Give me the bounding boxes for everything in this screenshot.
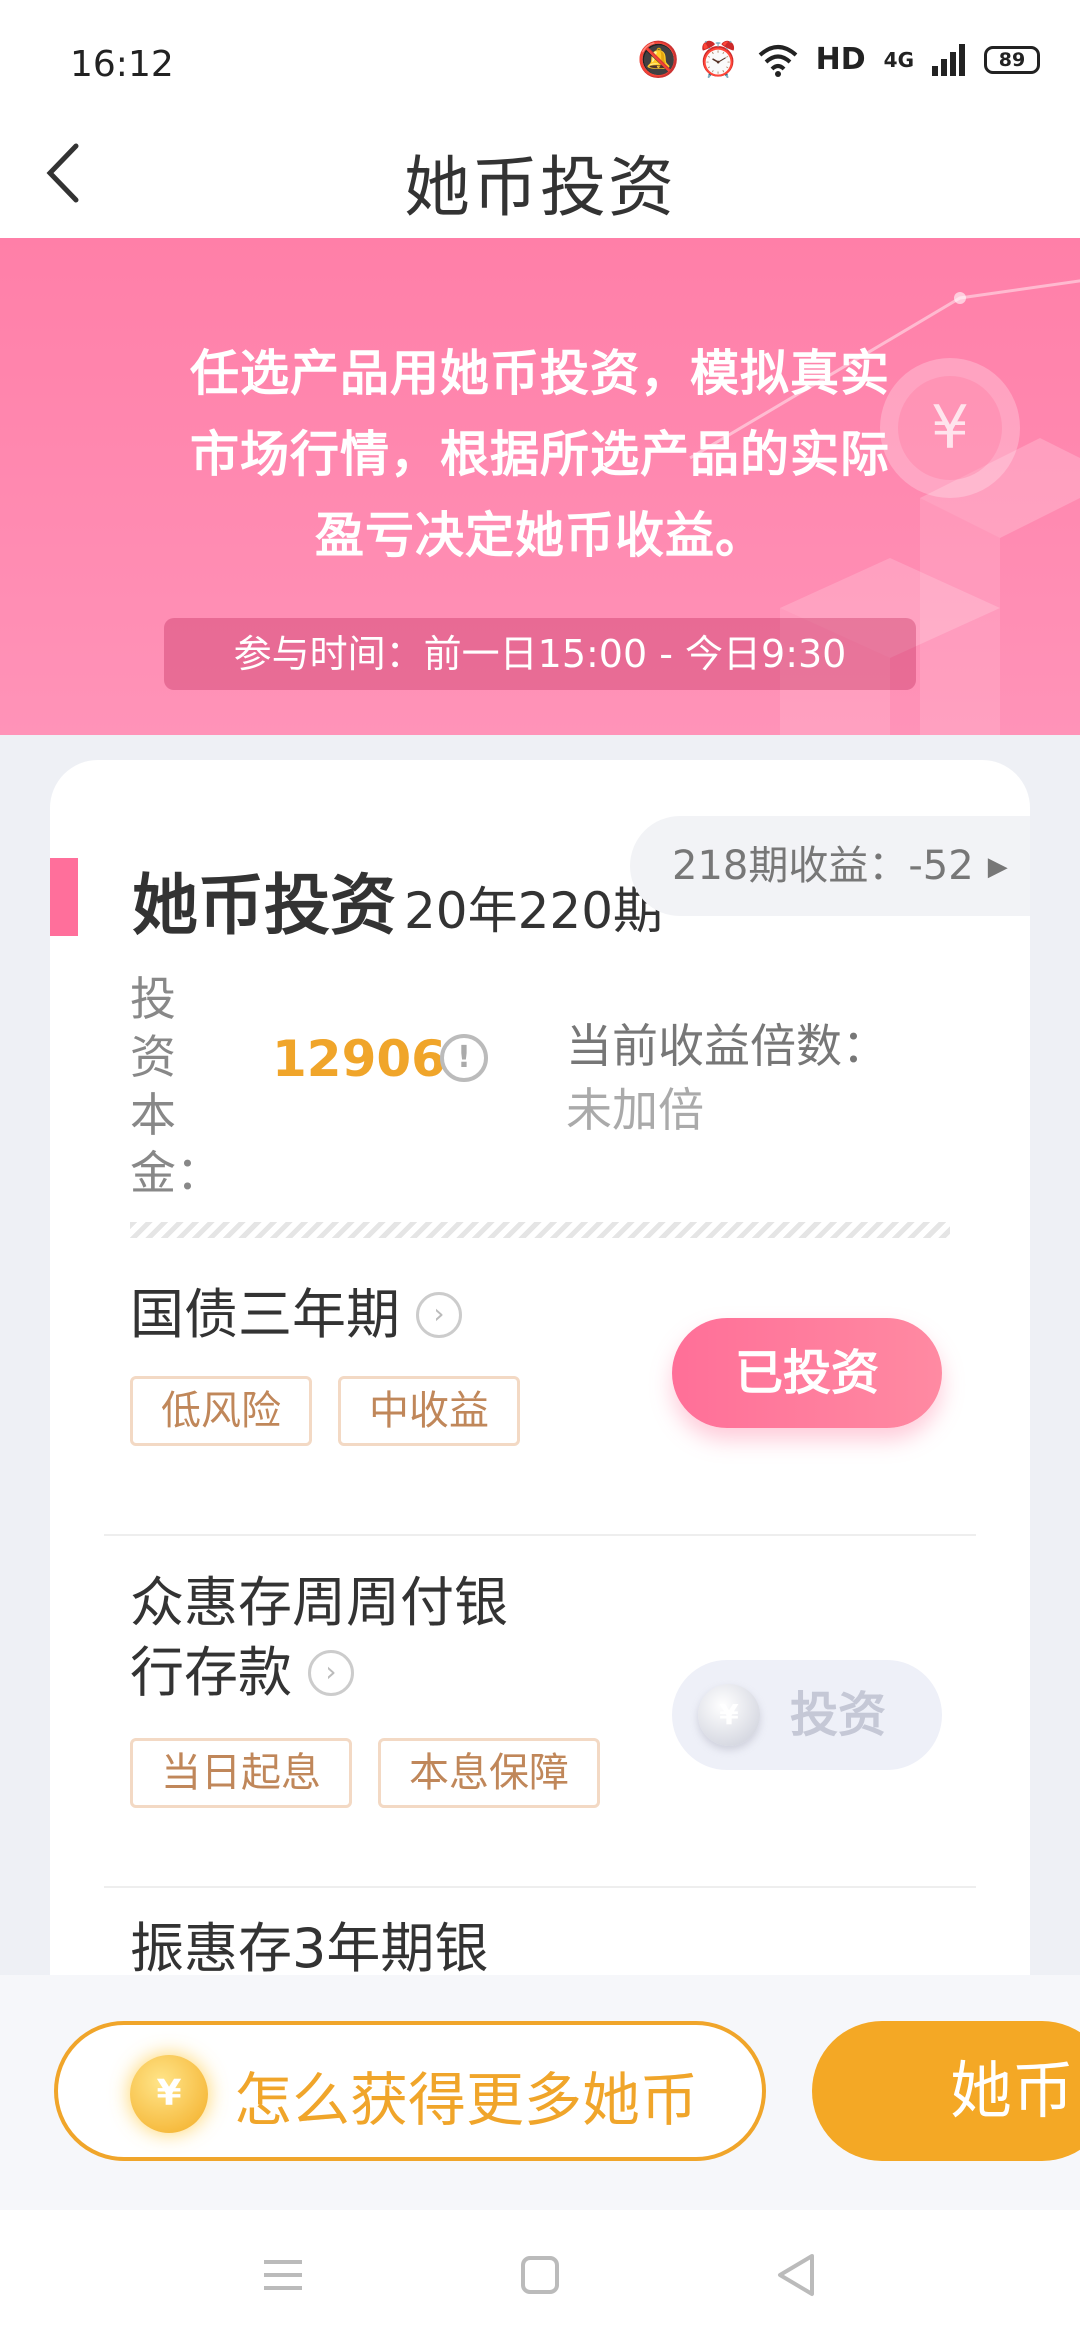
product-tag: 本息保障 [378,1738,600,1808]
alarm-icon: ⏰ [697,39,740,80]
menu-icon[interactable] [248,2240,318,2310]
info-icon[interactable]: ! [440,1034,488,1082]
divider [104,1534,976,1536]
battery-icon: 89 [984,45,1040,74]
nav-bar: 她币投资 [0,110,1080,238]
system-nav-bar [0,2210,1080,2340]
hd-label: HD [815,42,866,77]
hatched-divider [130,1222,950,1238]
product-name[interactable]: 国债三年期 › [130,1280,462,1350]
principal-label: 投资本金： [130,972,222,1200]
invest-button[interactable]: ¥ 投资 [672,1660,942,1770]
status-bar: 16:12 🔕 ⏰ HD 4G 89 [0,0,1080,110]
signal-icon [932,43,965,76]
product-tag: 中收益 [338,1376,520,1446]
prev-profit-label: 218期收益：-52 [672,843,974,889]
back-triangle-icon[interactable] [762,2240,832,2310]
card-title: 她币投资 20年220期 [132,852,663,948]
product-tags: 当日起息 本息保障 [130,1738,600,1808]
banner-line: 任选产品用她币投资，模拟真实 [189,345,890,402]
home-icon[interactable] [505,2240,575,2310]
wifi-icon [758,44,797,77]
status-time: 16:12 [70,44,174,85]
product-name[interactable]: 众惠存周周付银 行存款 › [130,1568,508,1708]
bottom-action-bar: ¥ 怎么获得更多她币 她币 [0,1975,1080,2210]
product-name-text: 国债三年期 [130,1283,400,1346]
invested-button[interactable]: 已投资 [672,1318,942,1428]
card-period: 20年220期 [404,882,664,940]
product-name-line: 众惠存周周付银 [130,1571,508,1634]
more-coins-button[interactable]: ¥ 怎么获得更多她币 [54,2021,766,2161]
status-icons: 🔕 ⏰ HD 4G 89 [637,42,1040,77]
product-tags: 低风险 中收益 [130,1376,520,1446]
product-tag: 当日起息 [130,1738,352,1808]
banner-line: 市场行情，根据所选产品的实际 [189,426,890,483]
page-title: 她币投资 [404,149,676,226]
network-label: 4G [883,47,914,72]
investment-card: 她币投资 20年220期 218期收益：-52 ▶ 投资本金： 12906 ! 当前… [50,760,1030,2000]
product-name-line: 行存款 [130,1641,292,1704]
coin-icon: ¥ [698,1684,760,1746]
participation-time: 参与时间：前一日15:00 - 今日9:30 [164,618,916,690]
product-tag: 低风险 [130,1376,312,1446]
intro-banner: ¥ 任选产品用她币投资，模拟真实 市场行情，根据所选产品的实际 盈亏决定她币收益… [0,238,1080,735]
multiplier-value: 未加倍 [566,1083,704,1137]
principal-value: 12906 [272,1030,446,1088]
chevron-right-circle-icon: › [308,1650,354,1696]
banner-line: 盈亏决定她币收益。 [314,507,765,564]
title-accent-bar [50,858,78,936]
product-name[interactable]: 振惠存3年期银 [130,1914,488,1984]
triangle-right-icon: ▶ [987,852,1008,882]
coin-icon: ¥ [130,2055,208,2133]
coins-button[interactable]: 她币 [812,2021,1080,2161]
product-item: 众惠存周周付银 行存款 › 当日起息 本息保障 ¥ 投资 [50,1550,1030,1880]
chevron-right-circle-icon: › [416,1292,462,1338]
banner-description: 任选产品用她币投资，模拟真实 市场行情，根据所选产品的实际 盈亏决定她币收益。 [120,333,960,576]
more-coins-label: 怎么获得更多她币 [234,2066,699,2134]
mute-icon: 🔕 [636,39,680,80]
divider [104,1886,976,1888]
prev-profit-button[interactable]: 218期收益：-52 ▶ [630,816,1030,916]
multiplier-label: 当前收益倍数： [566,1019,888,1073]
card-title-text: 她币投资 [132,867,396,944]
invest-button-label: 投资 [790,1687,887,1743]
product-item: 国债三年期 › 低风险 中收益 已投资 [50,1260,1030,1530]
